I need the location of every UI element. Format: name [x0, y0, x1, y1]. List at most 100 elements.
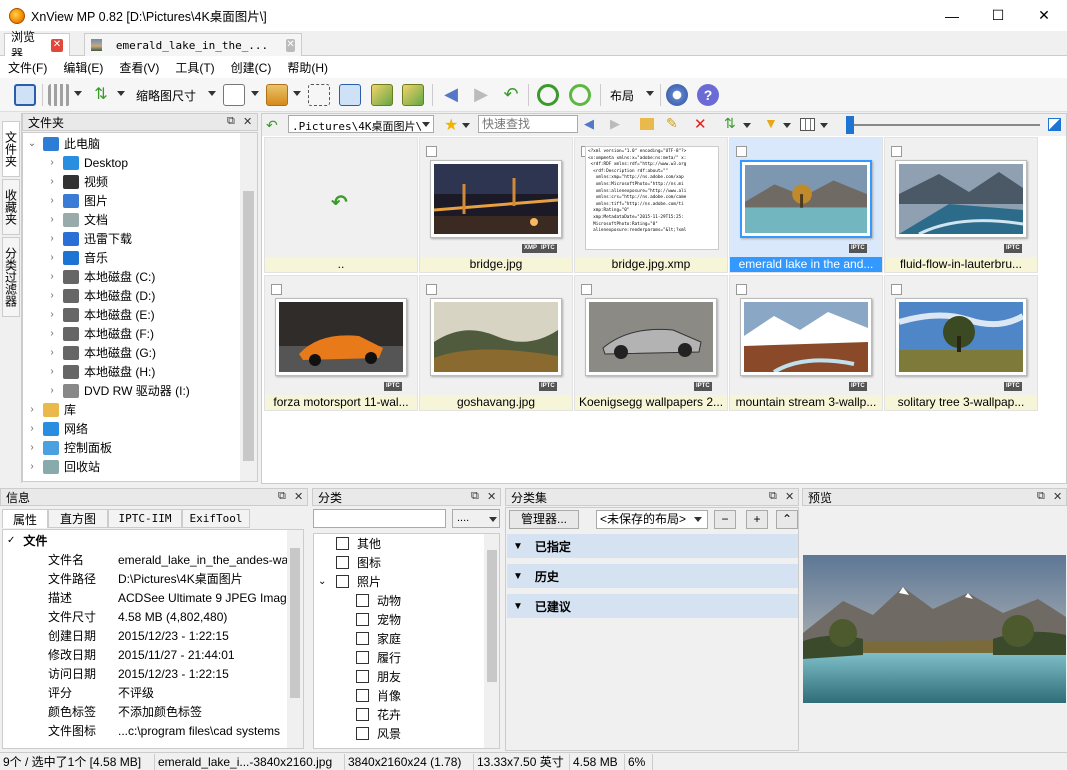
- property-row[interactable]: 颜色标签 不添加颜色标签: [8, 702, 291, 721]
- back-arrow-icon[interactable]: ◀: [584, 116, 594, 132]
- close-panel-icon[interactable]: ✕: [243, 115, 252, 128]
- chevron-right-icon[interactable]: ›: [47, 347, 57, 358]
- chevron-right-icon[interactable]: ›: [47, 214, 57, 225]
- chevron-down-icon[interactable]: [489, 517, 497, 522]
- tree-item[interactable]: › 库: [23, 400, 76, 419]
- select-checkbox[interactable]: [581, 284, 592, 295]
- new-folder-icon[interactable]: [640, 118, 654, 130]
- filter-icon[interactable]: ▼: [764, 115, 778, 131]
- category-scrollbar[interactable]: [484, 534, 499, 748]
- property-row[interactable]: 修改日期 2015/11/27 - 21:44:01: [8, 645, 291, 664]
- float-panel-icon[interactable]: ⧉: [1037, 490, 1045, 503]
- menu-create[interactable]: 创建(C): [223, 59, 280, 76]
- minimize-button[interactable]: —: [929, 0, 975, 31]
- category-checkbox[interactable]: [356, 708, 369, 721]
- tree-item[interactable]: › 本地磁盘 (G:): [23, 343, 156, 362]
- sort-icon[interactable]: ⇅: [724, 115, 736, 132]
- property-row[interactable]: 创建日期 2015/12/23 - 1:22:15: [8, 626, 291, 645]
- chevron-right-icon[interactable]: ›: [27, 404, 37, 415]
- category-checkbox[interactable]: [356, 651, 369, 664]
- chevron-down-icon[interactable]: [74, 91, 82, 96]
- category-item[interactable]: 肖像: [356, 686, 401, 705]
- zoom-slider-handle[interactable]: [846, 116, 854, 134]
- thumbnail-tile[interactable]: <?xml version="1.0" encoding="UTF-8"?> <…: [574, 137, 728, 273]
- menu-edit[interactable]: 编辑(E): [55, 59, 111, 76]
- tree-item[interactable]: › Desktop: [23, 153, 128, 172]
- category-checkbox[interactable]: [356, 594, 369, 607]
- chevron-right-icon[interactable]: ›: [47, 157, 57, 168]
- close-panel-icon[interactable]: ✕: [785, 490, 794, 503]
- xnview-app-icon[interactable]: [9, 7, 25, 24]
- category-item[interactable]: 图标: [336, 553, 381, 572]
- chevron-right-icon[interactable]: ›: [47, 233, 57, 244]
- category-checkbox[interactable]: [356, 727, 369, 740]
- path-input[interactable]: .Pictures\4K桌面图片\: [288, 115, 434, 133]
- zoom-slider-track[interactable]: [846, 124, 1040, 126]
- category-item[interactable]: 花卉: [356, 705, 401, 724]
- section-header-file[interactable]: ✓ 文件: [7, 531, 47, 549]
- category-checkbox[interactable]: [336, 537, 349, 550]
- category-search-input[interactable]: [313, 509, 446, 528]
- float-panel-icon[interactable]: ⧉: [278, 490, 286, 503]
- menu-view[interactable]: 查看(V): [111, 59, 167, 76]
- chevron-down-icon[interactable]: [820, 123, 828, 128]
- maximize-button[interactable]: ☐: [975, 0, 1021, 31]
- close-tab-icon[interactable]: ✕: [50, 38, 63, 52]
- select-checkbox[interactable]: [426, 146, 437, 157]
- chevron-down-icon[interactable]: [743, 123, 751, 128]
- tab-exiftool[interactable]: ExifTool: [182, 509, 250, 528]
- tab-histogram[interactable]: 直方图: [48, 509, 108, 528]
- parent-folder-icon[interactable]: ↶: [500, 84, 522, 106]
- property-row[interactable]: 文件路径 D:\Pictures\4K桌面图片: [8, 569, 291, 588]
- delete-icon[interactable]: ✕: [694, 115, 707, 133]
- parent-folder-icon[interactable]: ↶: [266, 117, 278, 134]
- tree-item[interactable]: › 视频: [23, 172, 108, 191]
- close-tab-icon[interactable]: ✕: [286, 38, 295, 52]
- property-row[interactable]: 文件名 emerald_lake_in_the_andes-wa: [8, 550, 291, 569]
- thumbnail-tile[interactable]: IPTC mountain stream 3-wallp...: [729, 275, 883, 411]
- tree-item[interactable]: › 回收站: [23, 457, 100, 476]
- property-row[interactable]: 评分 不评级: [8, 683, 291, 702]
- batch-convert-icon[interactable]: [402, 84, 424, 106]
- scrollbar-thumb[interactable]: [290, 548, 300, 698]
- tree-item[interactable]: › 文档: [23, 210, 108, 229]
- thumbnail-size-label[interactable]: 缩略图尺寸: [136, 87, 196, 104]
- tab-properties[interactable]: 属性: [2, 509, 48, 528]
- tab-image[interactable]: emerald_lake_in_the_... ✕: [84, 33, 302, 56]
- thumbnail-info-icon[interactable]: [223, 84, 245, 106]
- manager-button[interactable]: 管理器...: [509, 510, 579, 529]
- forward-arrow-icon[interactable]: ▶: [610, 116, 620, 132]
- category-item[interactable]: 动物: [356, 591, 401, 610]
- forward-arrow-icon[interactable]: ▶: [470, 84, 492, 106]
- property-row[interactable]: 文件图标 ...c:\program files\cad systems: [8, 721, 291, 740]
- close-panel-icon[interactable]: ✕: [294, 490, 303, 503]
- tree-item[interactable]: › 本地磁盘 (C:): [23, 267, 155, 286]
- float-panel-icon[interactable]: ⧉: [471, 490, 479, 503]
- close-panel-icon[interactable]: ✕: [1053, 490, 1062, 503]
- side-tab-category-filter[interactable]: 分类过滤器: [2, 237, 20, 317]
- tab-browser[interactable]: 浏览器 ✕: [4, 30, 70, 61]
- category-item[interactable]: 履行: [356, 648, 401, 667]
- tab-iptc-iim[interactable]: IPTC-IIM: [108, 509, 182, 528]
- view-mode-icon[interactable]: [48, 84, 70, 106]
- scrollbar-thumb[interactable]: [487, 550, 497, 682]
- chevron-right-icon[interactable]: ›: [47, 309, 57, 320]
- chevron-right-icon[interactable]: ›: [47, 385, 57, 396]
- parent-folder-tile[interactable]: ↶..: [264, 137, 418, 273]
- tree-item[interactable]: ⌄ 此电脑: [23, 134, 100, 153]
- side-tab-folders[interactable]: 文件夹: [2, 121, 20, 177]
- chevron-down-icon[interactable]: [462, 123, 470, 128]
- thumbnail-tile[interactable]: IPTC forza motorsport 11-wal...: [264, 275, 418, 411]
- close-panel-icon[interactable]: ✕: [487, 490, 496, 503]
- chevron-down-icon[interactable]: [694, 517, 702, 522]
- select-checkbox[interactable]: [891, 284, 902, 295]
- capture-icon[interactable]: [339, 84, 361, 106]
- category-item[interactable]: ⌄ 照片: [318, 572, 381, 591]
- category-item[interactable]: 宠物: [356, 610, 401, 629]
- tree-item[interactable]: › DVD RW 驱动器 (I:): [23, 381, 190, 400]
- quick-search-input[interactable]: [478, 115, 578, 133]
- menu-file[interactable]: 文件(F): [0, 59, 55, 76]
- tree-view-icon[interactable]: [308, 84, 330, 106]
- chevron-right-icon[interactable]: ›: [47, 271, 57, 282]
- select-checkbox[interactable]: [271, 284, 282, 295]
